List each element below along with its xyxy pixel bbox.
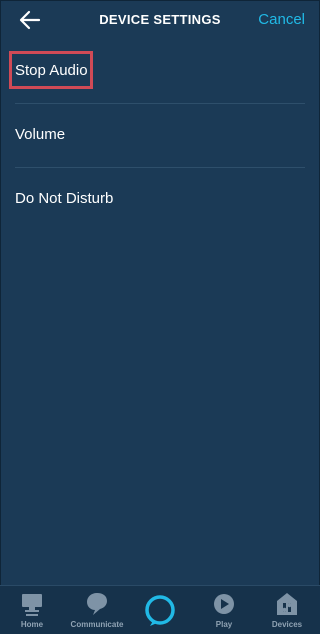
chat-bubble-icon: [87, 593, 107, 615]
alexa-ring-icon: [145, 595, 175, 626]
tab-home[interactable]: Home: [12, 586, 52, 634]
tab-communicate[interactable]: Communicate: [66, 586, 128, 634]
tab-alexa[interactable]: [140, 586, 180, 634]
settings-menu: Stop Audio Volume Do Not Disturb: [0, 40, 320, 232]
menu-item-stop-audio[interactable]: Stop Audio: [0, 40, 320, 104]
menu-item-label: Do Not Disturb: [15, 190, 114, 207]
tab-label: Communicate: [70, 620, 124, 629]
tab-label: Devices: [271, 620, 303, 629]
home-icon: [22, 594, 42, 616]
tab-label: Home: [20, 620, 44, 629]
bottom-tab-bar: Home Communicate Play Devices: [0, 585, 320, 634]
tab-label: Play: [215, 620, 233, 629]
cancel-button[interactable]: Cancel: [258, 11, 305, 28]
menu-item-label: Stop Audio: [15, 62, 88, 79]
menu-item-label: Volume: [15, 126, 66, 143]
tab-devices[interactable]: Devices: [267, 586, 307, 634]
menu-item-do-not-disturb[interactable]: Do Not Disturb: [0, 168, 320, 232]
devices-icon: [277, 593, 297, 615]
header-bar: DEVICE SETTINGS Cancel: [0, 0, 320, 40]
tab-play[interactable]: Play: [204, 586, 244, 634]
play-icon: [214, 594, 234, 614]
menu-item-volume[interactable]: Volume: [0, 104, 320, 168]
